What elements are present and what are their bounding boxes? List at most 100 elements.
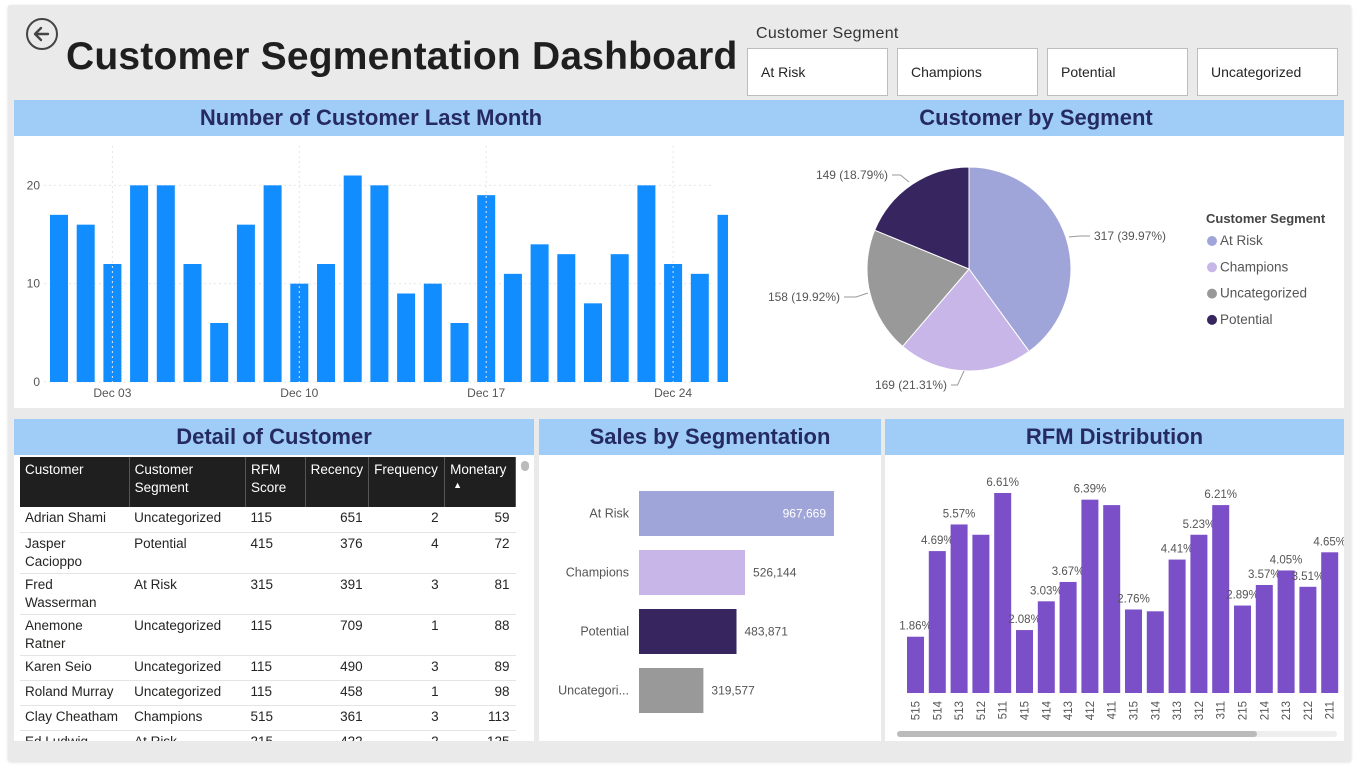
rfm-bar[interactable] <box>950 524 968 693</box>
bar[interactable] <box>397 293 416 383</box>
rfm-bar[interactable] <box>972 534 990 693</box>
table-row[interactable]: Ed Ludwig At Risk 215 422 2 125 <box>20 730 516 741</box>
bar[interactable] <box>317 264 335 382</box>
rfm-bar[interactable] <box>1277 570 1295 693</box>
bar[interactable] <box>156 185 175 382</box>
bar[interactable] <box>263 185 282 382</box>
cell-customer: Anemone Ratner <box>20 614 130 656</box>
bar[interactable] <box>343 175 362 383</box>
sales-bar[interactable] <box>639 668 704 713</box>
bar[interactable] <box>584 303 602 382</box>
sales-bar[interactable] <box>639 609 737 654</box>
rfm-bar[interactable] <box>994 493 1012 693</box>
rfm-bar[interactable] <box>1059 581 1077 693</box>
table-row[interactable]: Karen Seio Uncategorized 115 490 3 89 <box>20 655 516 681</box>
data-label: 1.86% <box>899 621 932 633</box>
back-button[interactable] <box>26 18 58 50</box>
bar[interactable] <box>557 254 576 382</box>
slicer-option-potential[interactable]: Potential <box>1047 48 1188 96</box>
table-row[interactable]: Clay Cheatham Champions 515 361 3 113 <box>20 705 516 731</box>
col-monetary[interactable]: Monetary ▲ <box>444 457 516 507</box>
sort-ascending-icon[interactable]: ▲ <box>450 479 510 491</box>
bar[interactable] <box>210 323 229 382</box>
legend-item[interactable]: Potential <box>1220 312 1273 327</box>
rfm-bar[interactable] <box>1168 559 1186 693</box>
table-row[interactable]: Anemone Ratner Uncategorized 115 709 1 88 <box>20 614 516 656</box>
rfm-bar[interactable] <box>1037 601 1055 693</box>
cell-frequency: 3 <box>368 705 445 731</box>
bar[interactable] <box>183 264 202 382</box>
cell-rfm-score: 115 <box>245 680 306 706</box>
col-rfm-score[interactable]: RFM Score <box>245 457 306 507</box>
rfm-bar[interactable] <box>1299 586 1317 693</box>
y-tick-label: 20 <box>27 178 41 192</box>
bar[interactable] <box>450 323 469 382</box>
bar[interactable] <box>717 214 729 382</box>
customer-by-segment-title: Customer by Segment <box>728 100 1344 136</box>
data-label: 2.89% <box>1226 590 1259 602</box>
cell-frequency: 1 <box>368 614 445 656</box>
col-customer[interactable]: Customer <box>20 457 130 507</box>
bar[interactable] <box>477 195 496 382</box>
data-label: 5.23% <box>1183 519 1216 531</box>
x-tick-label: 211 <box>1325 701 1337 719</box>
rfm-bar[interactable] <box>907 636 924 693</box>
rfm-bar[interactable] <box>1016 630 1033 693</box>
customer-by-segment-panel: Customer by Segment 317 (39.97%) 169 (21.… <box>728 100 1344 408</box>
rfm-bar[interactable] <box>1321 552 1339 693</box>
legend-item[interactable]: Champions <box>1220 259 1289 274</box>
detail-panel: Detail of Customer Customer Customer Seg… <box>14 419 534 741</box>
x-tick-label: 215 <box>1238 701 1250 720</box>
col-frequency[interactable]: Frequency <box>368 457 446 507</box>
y-tick-label: 0 <box>33 375 40 389</box>
table-row[interactable]: Adrian Shami Uncategorized 115 651 2 59 <box>20 507 516 533</box>
cell-customer: Jasper Cacioppo <box>20 532 130 574</box>
data-label: 2.76% <box>1117 593 1150 605</box>
bar[interactable] <box>370 185 389 382</box>
table-row[interactable]: Roland Murray Uncategorized 115 458 1 98 <box>20 680 516 706</box>
table-scrollbar[interactable] <box>521 461 529 471</box>
customers-last-month-title: Number of Customer Last Month <box>14 100 728 136</box>
data-label: 483,871 <box>745 625 789 639</box>
data-label: 3.57% <box>1248 569 1281 581</box>
x-tick-label: 515 <box>911 701 923 720</box>
table-row[interactable]: Jasper Cacioppo Potential 415 376 4 72 <box>20 532 516 574</box>
bar[interactable] <box>503 273 522 382</box>
legend-item[interactable]: At Risk <box>1220 233 1263 248</box>
rfm-bar[interactable] <box>1081 499 1099 693</box>
bar[interactable] <box>236 224 255 382</box>
rfm-bar[interactable] <box>1255 584 1273 693</box>
rfm-bar[interactable] <box>1234 605 1251 693</box>
bar[interactable] <box>76 224 95 382</box>
col-recency[interactable]: Recency <box>305 457 370 507</box>
rfm-bar[interactable] <box>928 551 946 693</box>
bar[interactable] <box>423 283 442 382</box>
cell-frequency: 2 <box>368 507 445 533</box>
data-label: 5.57% <box>943 508 976 520</box>
rfm-bar[interactable] <box>1190 534 1208 693</box>
bar[interactable] <box>690 273 709 382</box>
legend-marker <box>1207 262 1217 273</box>
col-segment[interactable]: Customer Segment <box>129 457 247 507</box>
cell-frequency: 4 <box>368 532 445 574</box>
cell-frequency: 2 <box>368 730 445 741</box>
category-label: Champions <box>566 566 629 580</box>
cell-customer: Clay Cheatham <box>20 705 130 731</box>
slicer-option-champions[interactable]: Champions <box>897 48 1038 96</box>
bar[interactable] <box>50 214 68 382</box>
sales-bar[interactable] <box>639 550 746 595</box>
bar[interactable] <box>610 254 629 382</box>
bar[interactable] <box>530 244 549 382</box>
cell-recency: 391 <box>305 573 369 615</box>
data-label: 526,144 <box>753 566 797 580</box>
rfm-bar[interactable] <box>1125 609 1142 693</box>
bar[interactable] <box>637 185 656 382</box>
rfm-bar[interactable] <box>1146 611 1164 693</box>
slicer-option-uncategorized[interactable]: Uncategorized <box>1197 48 1338 96</box>
x-tick-label: 213 <box>1281 701 1293 720</box>
bar[interactable] <box>130 185 149 382</box>
table-row[interactable]: Fred Wasserman At Risk 315 391 3 81 <box>20 573 516 615</box>
horizontal-scrollbar-thumb[interactable] <box>897 731 1257 737</box>
slicer-option-at-risk[interactable]: At Risk <box>747 48 888 96</box>
legend-item[interactable]: Uncategorized <box>1220 286 1307 301</box>
